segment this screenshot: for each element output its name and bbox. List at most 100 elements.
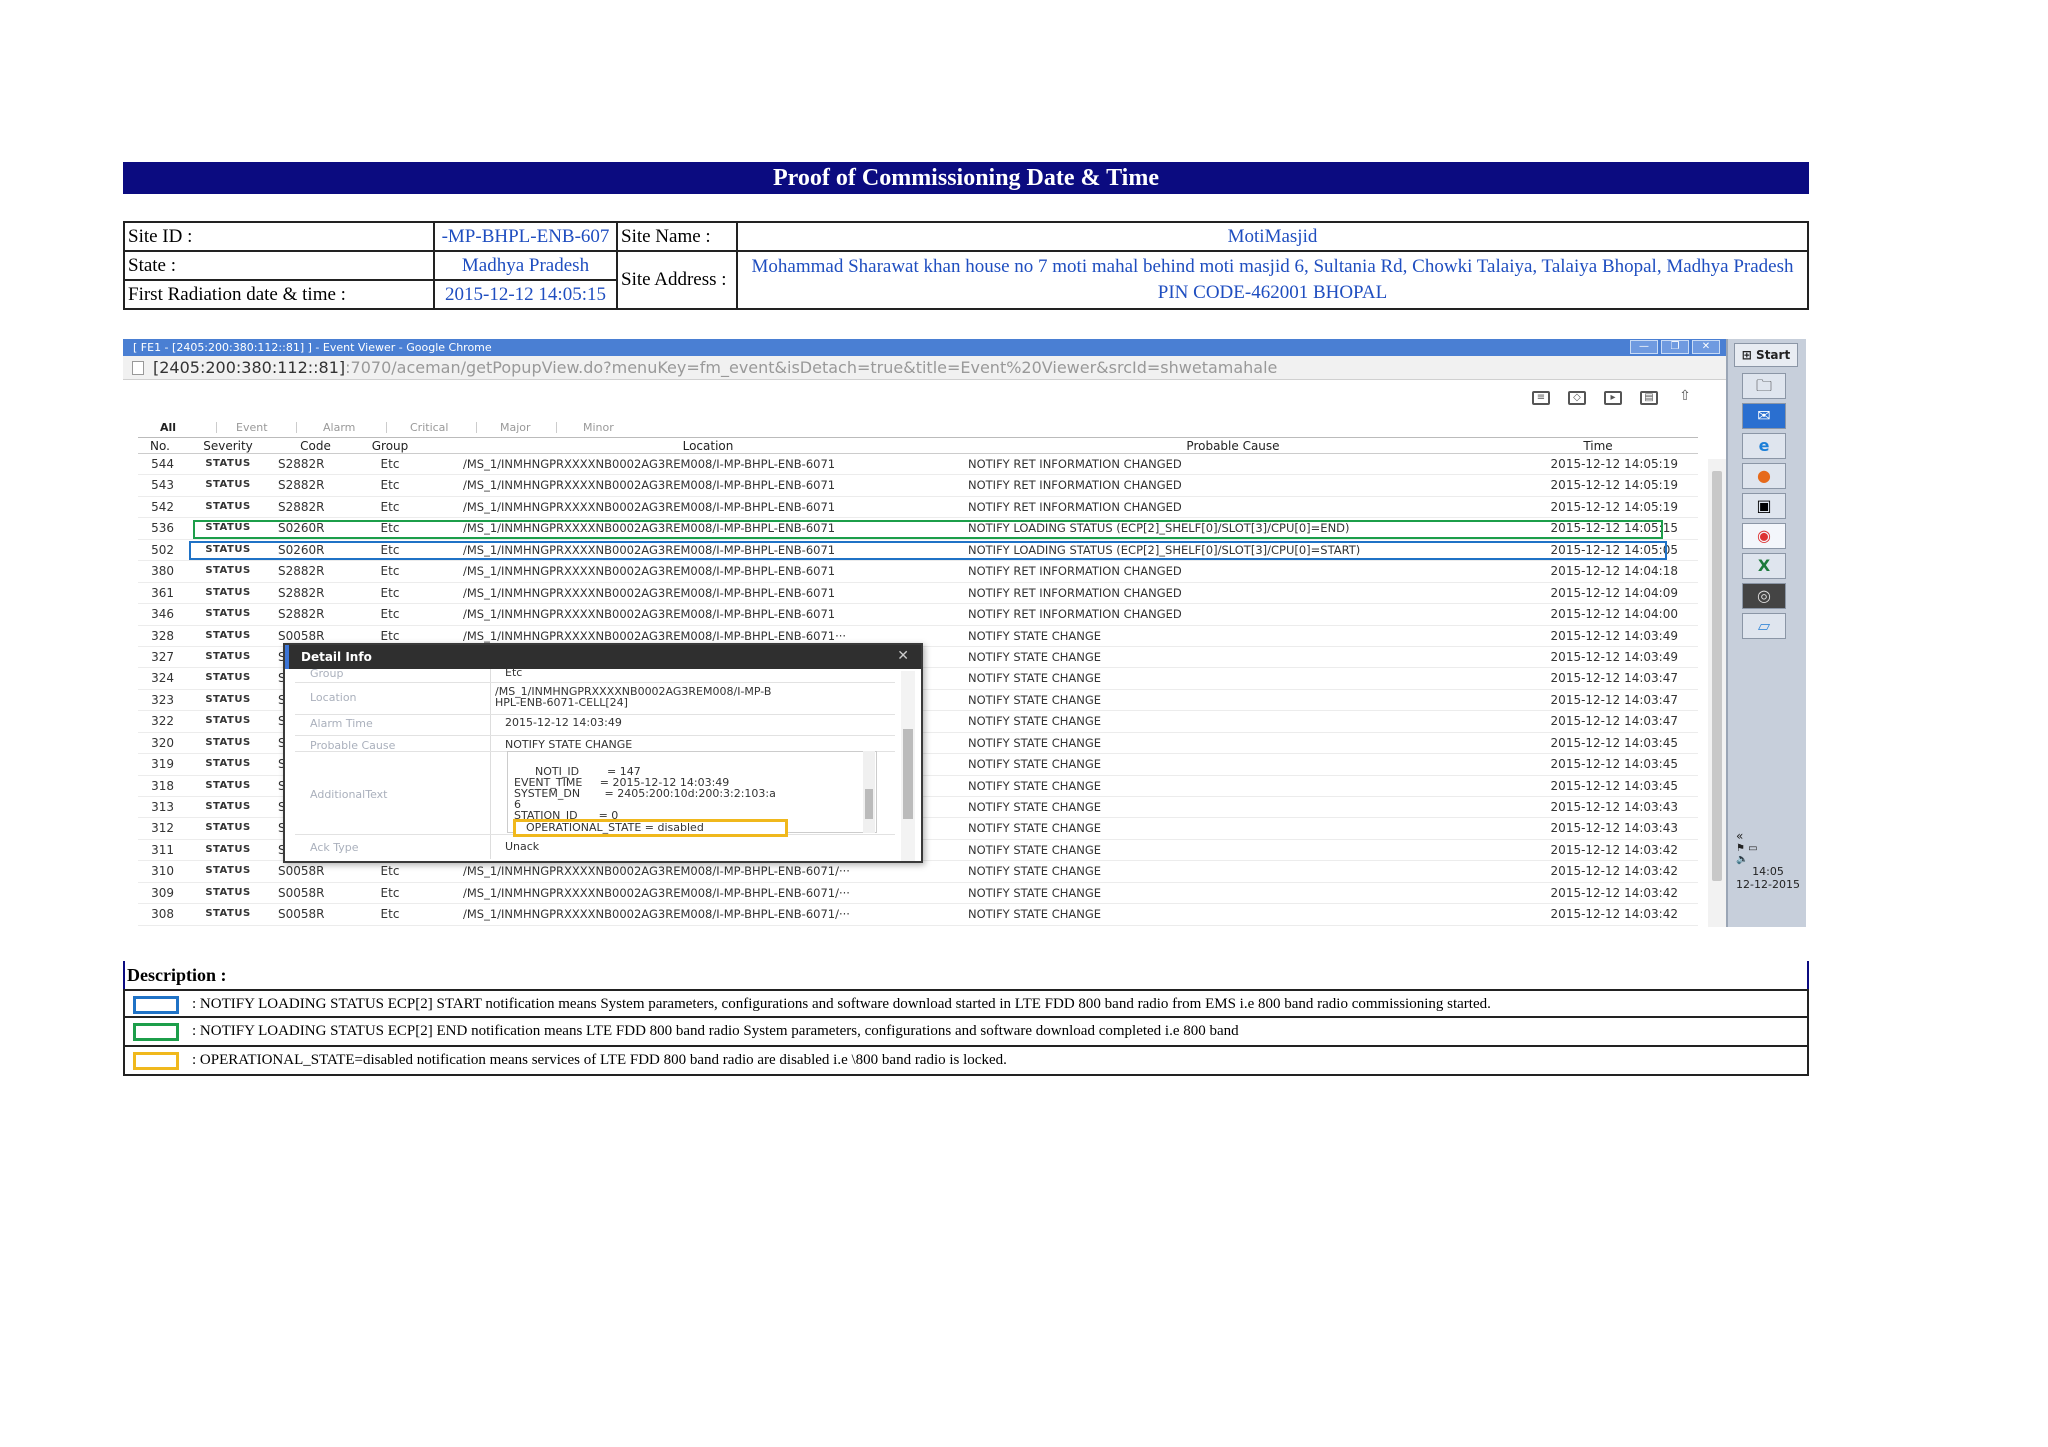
- tray-flag-icon[interactable]: ⚑ ▭: [1732, 843, 1804, 854]
- chrome-icon[interactable]: ◉: [1742, 523, 1786, 549]
- system-tray: « ⚑ ▭ 🔈 14:05 12-12-2015: [1732, 829, 1804, 891]
- row-code: S0058R: [278, 864, 325, 879]
- row-severity: STATUS: [205, 822, 251, 834]
- detail-additional-label: AdditionalText: [310, 788, 388, 801]
- col-probable-cause[interactable]: Probable Cause: [968, 439, 1498, 453]
- notes-icon[interactable]: ▱: [1742, 613, 1786, 639]
- row-number: 310: [151, 864, 174, 879]
- outlook-icon[interactable]: ✉: [1742, 403, 1786, 429]
- row-time: 2015-12-12 14:03:45: [1550, 757, 1678, 772]
- site-address-value: Mohammad Sharawat khan house no 7 moti m…: [736, 250, 1809, 310]
- row-number: 544: [151, 457, 174, 471]
- restore-icon[interactable]: ❐: [1661, 340, 1689, 354]
- image-viewer-icon[interactable]: ▣: [1742, 493, 1786, 519]
- state-value: Madhya Pradesh: [433, 250, 618, 281]
- row-number: 502: [151, 542, 174, 557]
- additional-text-scrollbar[interactable]: [863, 751, 875, 833]
- row-time: 2015-12-12 14:03:42: [1550, 842, 1678, 857]
- table-row[interactable]: 536 STATUS S0260R Etc/MS_1/INMHNGPRXXXXNB00…: [138, 518, 1698, 540]
- col-severity[interactable]: Severity: [188, 439, 268, 453]
- row-severity: STATUS: [205, 650, 251, 662]
- row-number: 318: [151, 778, 174, 793]
- tab-separator: [216, 422, 217, 433]
- address-bar[interactable]: [2405:200:380:112::81]:7070/aceman/getPo…: [123, 356, 1726, 380]
- col-group[interactable]: Group: [360, 439, 420, 453]
- row-probable-cause: NOTIFY STATE CHANGE: [968, 671, 1102, 686]
- row-code: S0260R: [278, 542, 325, 557]
- scroll-thumb[interactable]: [1712, 471, 1722, 881]
- tab-major[interactable]: Major: [500, 421, 531, 434]
- operational-state-highlight: OPERATIONAL_STATE = disabled: [513, 819, 788, 837]
- tray-volume-icon[interactable]: 🔈: [1732, 854, 1804, 865]
- table-row[interactable]: 380 STATUS S2882R Etc/MS_1/INMHNGPRXXXXNB00…: [138, 561, 1698, 583]
- table-row[interactable]: 346 STATUS S2882R Etc/MS_1/INMHNGPRXXXXNB00…: [138, 604, 1698, 626]
- table-row[interactable]: 502 STATUS S0260R Etc/MS_1/INMHNGPRXXXXNB00…: [138, 540, 1698, 562]
- row-time: 2015-12-12 14:03:47: [1550, 671, 1678, 686]
- table-row[interactable]: 308 STATUS S0058R Etc/MS_1/INMHNGPRXXXXNB00…: [138, 904, 1698, 926]
- row-probable-cause: NOTIFY STATE CHANGE: [968, 649, 1102, 664]
- table-row[interactable]: 544 STATUS S2882R Etc/MS_1/INMHNGPRXXXXNB00…: [138, 454, 1698, 476]
- row-probable-cause: NOTIFY STATE CHANGE: [968, 821, 1102, 836]
- table-row[interactable]: 310 STATUS S0058R Etc/MS_1/INMHNGPRXXXXNB00…: [138, 861, 1698, 883]
- row-probable-cause: NOTIFY RET INFORMATION CHANGED: [968, 585, 1182, 600]
- scroll-thumb[interactable]: [903, 729, 913, 819]
- row-code: S0058R: [278, 885, 325, 900]
- tab-critical[interactable]: Critical: [410, 421, 448, 434]
- table-scrollbar[interactable]: [1708, 459, 1726, 927]
- table-row[interactable]: 543 STATUS S2882R Etc/MS_1/INMHNGPRXXXXNB00…: [138, 475, 1698, 497]
- close-icon[interactable]: ✕: [1692, 340, 1720, 354]
- network-icon[interactable]: ◎: [1742, 583, 1786, 609]
- row-number: 319: [151, 757, 174, 772]
- table-row[interactable]: 542 STATUS S2882R Etc/MS_1/INMHNGPRXXXXNB00…: [138, 497, 1698, 519]
- site-id-label: Site ID :: [123, 221, 435, 252]
- table-row[interactable]: 309 STATUS S0058R Etc/MS_1/INMHNGPRXXXXNB00…: [138, 883, 1698, 905]
- detail-ack-row: Ack Type Unack: [295, 837, 895, 857]
- folder-icon[interactable]: 🗀: [1742, 373, 1786, 399]
- row-time: 2015-12-12 14:05:19: [1550, 478, 1678, 493]
- tab-alarm[interactable]: Alarm: [323, 421, 355, 434]
- col-no[interactable]: No.: [138, 439, 182, 453]
- export-icon[interactable]: ⇧: [1676, 389, 1694, 405]
- row-probable-cause: NOTIFY STATE CHANGE: [968, 800, 1102, 814]
- filter-icon[interactable]: ≡: [1532, 391, 1550, 405]
- play-icon[interactable]: ▸: [1604, 391, 1622, 405]
- clear-icon[interactable]: ◇: [1568, 391, 1586, 405]
- tab-event[interactable]: Event: [236, 421, 268, 434]
- row-time: 2015-12-12 14:04:09: [1550, 585, 1678, 600]
- row-severity: STATUS: [205, 758, 251, 770]
- firefox-icon[interactable]: ●: [1742, 463, 1786, 489]
- dialog-scrollbar[interactable]: [901, 671, 915, 861]
- row-severity: STATUS: [205, 801, 251, 812]
- excel-icon[interactable]: X: [1742, 553, 1786, 579]
- col-location[interactable]: Location: [463, 439, 953, 453]
- row-location: /MS_1/INMHNGPRXXXXNB0002AG3REM008/I-MP-B…: [463, 885, 850, 900]
- scroll-thumb[interactable]: [865, 789, 873, 819]
- minimize-icon[interactable]: —: [1630, 340, 1658, 354]
- tab-minor[interactable]: Minor: [583, 421, 614, 434]
- row-location: /MS_1/INMHNGPRXXXXNB0002AG3REM008/I-MP-B…: [463, 457, 836, 471]
- detail-ack-value: Unack: [505, 840, 540, 853]
- row-severity: STATUS: [205, 479, 251, 491]
- description-item-operational: : OPERATIONAL_STATE=disabled notificatio…: [123, 1047, 1809, 1076]
- row-severity: STATUS: [205, 843, 251, 855]
- row-severity: STATUS: [205, 886, 251, 898]
- ie-icon[interactable]: e: [1742, 433, 1786, 459]
- clock-date[interactable]: 12-12-2015: [1732, 878, 1804, 891]
- dialog-title: Detail Info: [285, 645, 921, 669]
- row-code: S2882R: [278, 457, 325, 471]
- clock-time[interactable]: 14:05: [1732, 865, 1804, 878]
- dialog-close-icon[interactable]: ✕: [897, 648, 909, 664]
- col-code[interactable]: Code: [278, 439, 353, 453]
- browser-title: [ FE1 - [2405:200:380:112::81] ] - Event…: [133, 341, 492, 354]
- start-button[interactable]: ⊞ Start: [1734, 343, 1798, 367]
- row-time: 2015-12-12 14:03:43: [1550, 821, 1678, 836]
- row-time: 2015-12-12 14:03:49: [1550, 628, 1678, 643]
- tray-expand-icon[interactable]: «: [1732, 829, 1804, 843]
- table-row[interactable]: 361 STATUS S2882R Etc/MS_1/INMHNGPRXXXXNB00…: [138, 583, 1698, 605]
- row-number: 320: [151, 735, 174, 750]
- row-probable-cause: NOTIFY LOADING STATUS (ECP[2]_SHELF[0]/S…: [968, 521, 1350, 536]
- col-time[interactable]: Time: [1518, 439, 1688, 453]
- row-probable-cause: NOTIFY STATE CHANGE: [968, 842, 1102, 857]
- tab-all[interactable]: All: [160, 421, 176, 434]
- save-icon[interactable]: ▤: [1640, 391, 1658, 405]
